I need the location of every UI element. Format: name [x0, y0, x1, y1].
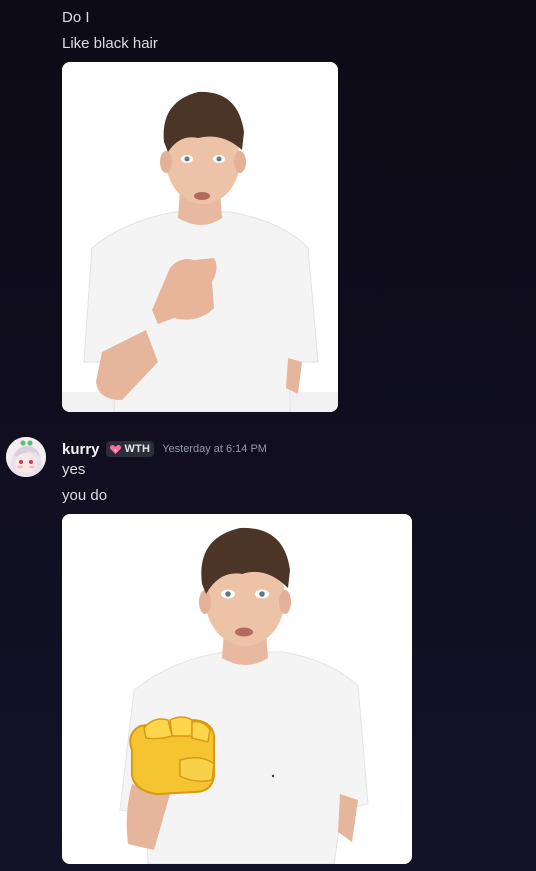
message-text: you do [62, 487, 108, 504]
photo-man-pointing-self [62, 62, 338, 412]
server-tag[interactable]: WTH [105, 441, 155, 457]
user-avatar[interactable] [6, 437, 46, 477]
avatar-image [6, 437, 46, 477]
message-text: Do I [62, 9, 90, 26]
image-attachment[interactable] [62, 62, 338, 412]
pointing-finger-emoji [129, 716, 215, 796]
message-header: kurry WTH Yesterday at 6:14 PM [62, 439, 267, 459]
timestamp[interactable]: Yesterday at 6:14 PM [162, 443, 267, 455]
message-text: yes [62, 461, 86, 478]
message-text: Like black hair [62, 35, 158, 52]
image-attachment[interactable] [62, 514, 412, 864]
tag-label: WTH [124, 443, 151, 455]
photo-man-pointing-emoji [62, 514, 412, 864]
fire-heart-icon [109, 444, 121, 454]
username[interactable]: kurry [62, 441, 100, 458]
